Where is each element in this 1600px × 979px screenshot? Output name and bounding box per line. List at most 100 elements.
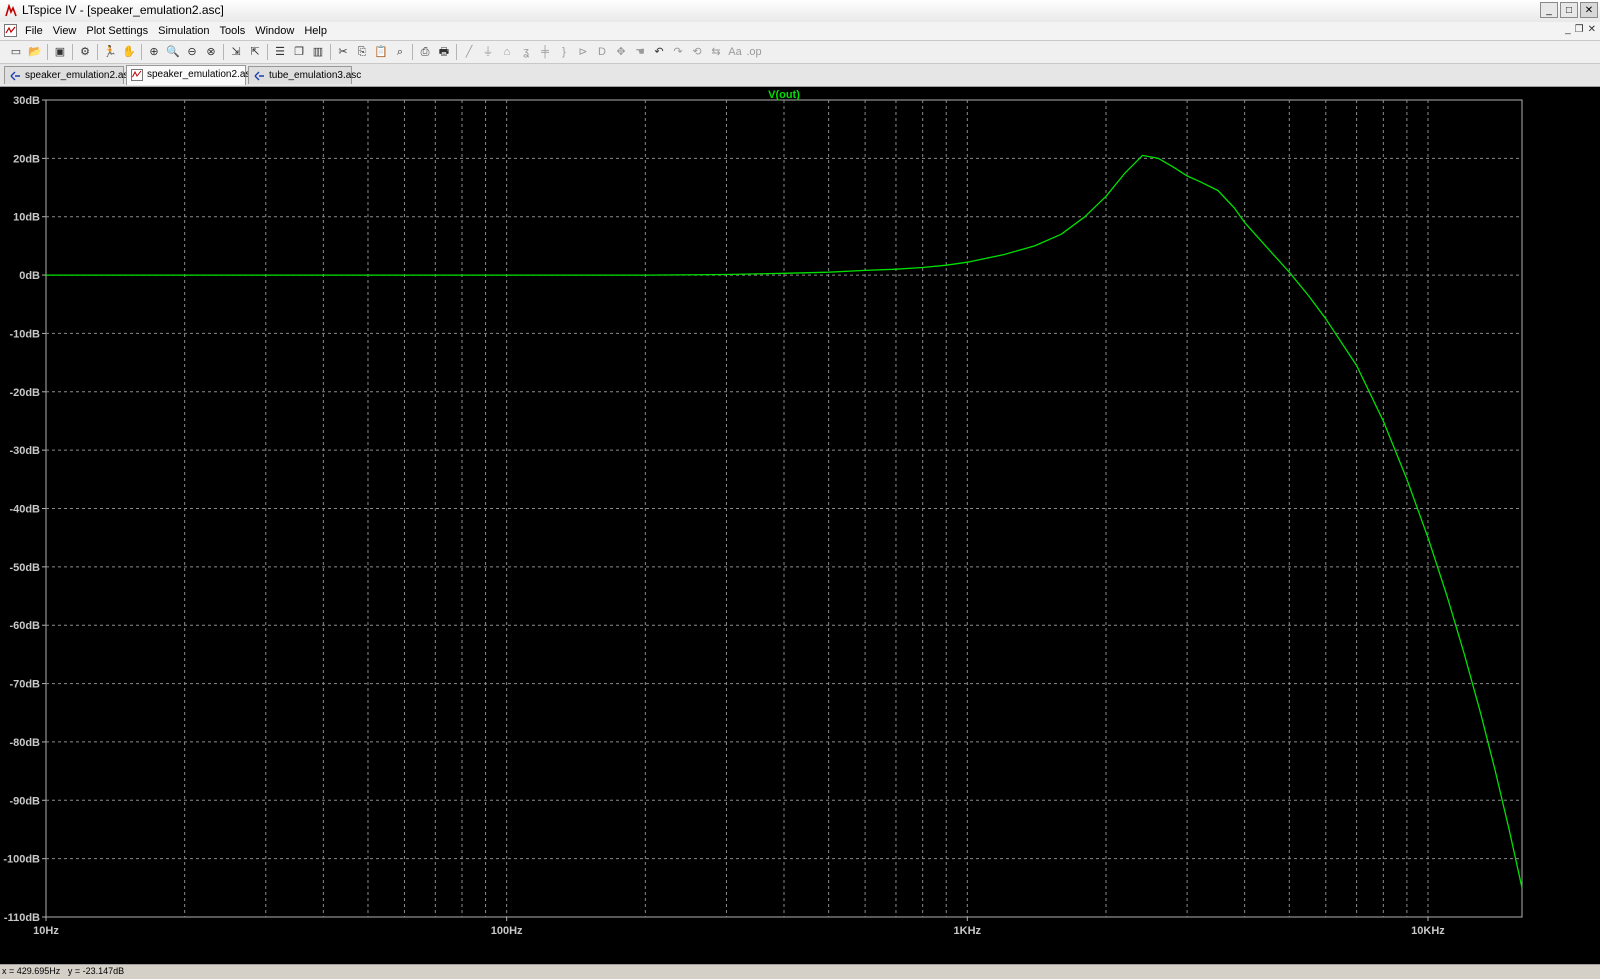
toolbar-separator: [330, 44, 331, 60]
toolbar-separator: [456, 44, 457, 60]
mirror-icon[interactable]: ⇆: [708, 44, 724, 60]
tile-horizontal-icon[interactable]: ☰: [272, 44, 288, 60]
toolbar-separator: [97, 44, 98, 60]
y-tick-label: -20dB: [9, 387, 40, 399]
print-icon[interactable]: 🖶: [436, 44, 452, 60]
bode-plot[interactable]: 30dB 20dB 10dB 0dB -10dB -20dB -30dB -40dB -50dB…: [0, 87, 1600, 964]
redo-icon[interactable]: ↷: [670, 44, 686, 60]
y-tick-label: -30dB: [9, 445, 40, 457]
schematic-icon: [254, 71, 264, 81]
save-icon[interactable]: ▣: [52, 44, 68, 60]
menu-help[interactable]: Help: [299, 24, 332, 38]
menu-simulation[interactable]: Simulation: [153, 24, 214, 38]
y-tick-label: -40dB: [9, 504, 40, 516]
toolbar-separator: [47, 44, 48, 60]
toolbar-separator: [141, 44, 142, 60]
y-tick-label: -90dB: [9, 795, 40, 807]
zoom-full-icon[interactable]: ⊗: [203, 44, 219, 60]
move-icon[interactable]: ✥: [613, 44, 629, 60]
open-icon[interactable]: 📂: [27, 44, 43, 60]
new-schematic-icon[interactable]: ▭: [8, 44, 24, 60]
toolbar-separator: [267, 44, 268, 60]
tab-label: speaker_emulation2.asc: [147, 69, 256, 80]
ltspice-app-icon: [5, 4, 17, 17]
text-icon[interactable]: Aa: [727, 44, 743, 60]
tab-schematic-2[interactable]: tube_emulation3.asc: [248, 66, 361, 84]
menu-file[interactable]: File: [20, 24, 48, 38]
toolbar-separator: [223, 44, 224, 60]
toolbar-separator: [72, 44, 73, 60]
wire-icon[interactable]: ╱: [461, 44, 477, 60]
pan-icon[interactable]: ✋: [121, 44, 137, 60]
y-tick-label: 30dB: [13, 95, 40, 107]
toolbar: ▭ 📂 ▣ ⚙ 🏃 ✋ ⊕ 🔍 ⊖ ⊗ ⇲ ⇱ ☰ ❐ ▥ ✂ ⎘ 📋 ⌕ ⎙ 🖶 ╱ ⏚ ⌂ ʓ ╪} ⊳ D ✥ ☚ ↶ ↷ ⟲ ⇆ Aa .op: [0, 41, 1600, 64]
y-tick-label: 0dB: [19, 270, 40, 282]
inductor-icon[interactable]: }: [556, 44, 572, 60]
window-controls: _ □ ✕: [1540, 2, 1598, 18]
title-bar: LTspice IV - [speaker_emulation2.asc] _ …: [0, 0, 1600, 23]
menu-plot-settings[interactable]: Plot Settings: [81, 24, 153, 38]
resistor-icon[interactable]: ʓ: [518, 44, 534, 60]
waveform-doc-icon[interactable]: [4, 24, 17, 37]
autorange-icon[interactable]: ⇲: [228, 44, 244, 60]
cursor-x: x = 429.695Hz: [2, 966, 61, 976]
mdi-minimize-icon[interactable]: _: [1565, 24, 1571, 35]
capacitor-icon[interactable]: ╪: [537, 44, 553, 60]
y-tick-label: 10dB: [13, 212, 40, 224]
spice-directive-icon[interactable]: .op: [746, 44, 762, 60]
status-bar: x = 429.695Hz y = -23.147dB: [0, 964, 1600, 979]
x-tick-label: 1KHz: [954, 925, 982, 937]
y-tick-label: -70dB: [9, 679, 40, 691]
print-preview-icon[interactable]: ⎙: [417, 44, 433, 60]
drag-icon[interactable]: ☚: [632, 44, 648, 60]
menu-items: File View Plot Settings Simulation Tools Wind…: [20, 24, 332, 38]
trace-title[interactable]: V(out): [768, 89, 800, 101]
cascade-icon[interactable]: ❐: [291, 44, 307, 60]
close-icon[interactable]: ✕: [1580, 2, 1598, 18]
maximize-icon[interactable]: □: [1560, 2, 1578, 18]
undo-icon[interactable]: ↶: [651, 44, 667, 60]
zoom-out-icon[interactable]: ⊖: [184, 44, 200, 60]
cut-icon[interactable]: ✂: [335, 44, 351, 60]
zoom-area-icon[interactable]: 🔍: [165, 44, 181, 60]
mdi-close-icon[interactable]: ✕: [1588, 24, 1596, 35]
toolbar-separator: [412, 44, 413, 60]
waveform-plot[interactable]: 30dB 20dB 10dB 0dB -10dB -20dB -30dB -40dB -50dB…: [0, 87, 1600, 964]
menu-tools[interactable]: Tools: [215, 24, 251, 38]
run-icon[interactable]: 🏃: [102, 44, 118, 60]
rotate-icon[interactable]: ⟲: [689, 44, 705, 60]
ground-icon[interactable]: ⏚: [480, 44, 496, 60]
menu-window[interactable]: Window: [250, 24, 299, 38]
x-tick-label: 10Hz: [33, 925, 59, 937]
tile-vertical-icon[interactable]: ▥: [310, 44, 326, 60]
mdi-restore-icon[interactable]: ❐: [1575, 24, 1584, 35]
component-icon[interactable]: D: [594, 44, 610, 60]
cursor-y: y = -23.147dB: [67, 966, 125, 976]
zoom-in-icon[interactable]: ⊕: [146, 44, 162, 60]
schematic-icon: [10, 71, 20, 81]
menu-view[interactable]: View: [48, 24, 82, 38]
menu-bar: File View Plot Settings Simulation Tools Wind…: [0, 22, 1600, 41]
x-tick-label: 100Hz: [491, 925, 523, 937]
control-panel-icon[interactable]: ⚙: [77, 44, 93, 60]
diode-icon[interactable]: ⊳: [575, 44, 591, 60]
y-tick-label: 20dB: [13, 153, 40, 165]
add-trace-icon[interactable]: ⇱: [247, 44, 263, 60]
document-tabs: speaker_emulation2.asc speaker_emulation2…: [0, 64, 1600, 87]
y-tick-label: -50dB: [9, 562, 40, 574]
minimize-icon[interactable]: _: [1540, 2, 1558, 18]
find-icon[interactable]: ⌕: [392, 44, 408, 60]
mdi-controls: _ ❐ ✕: [1565, 24, 1596, 35]
tab-waveform-1[interactable]: speaker_emulation2.asc: [126, 65, 255, 85]
copy-icon[interactable]: ⎘: [354, 44, 370, 60]
paste-icon[interactable]: 📋: [373, 44, 389, 60]
y-tick-label: -10dB: [9, 328, 40, 340]
y-tick-label: -80dB: [9, 737, 40, 749]
cursor-readout: x = 429.695Hz y = -23.147dB: [2, 965, 124, 978]
tab-schematic-0[interactable]: speaker_emulation2.asc: [4, 66, 133, 84]
y-tick-label: -100dB: [3, 854, 40, 866]
tab-label: tube_emulation3.asc: [269, 70, 362, 81]
label-net-icon[interactable]: ⌂: [499, 44, 515, 60]
window-title: LTspice IV - [speaker_emulation2.asc]: [22, 3, 224, 17]
x-tick-label: 10KHz: [1411, 925, 1445, 937]
